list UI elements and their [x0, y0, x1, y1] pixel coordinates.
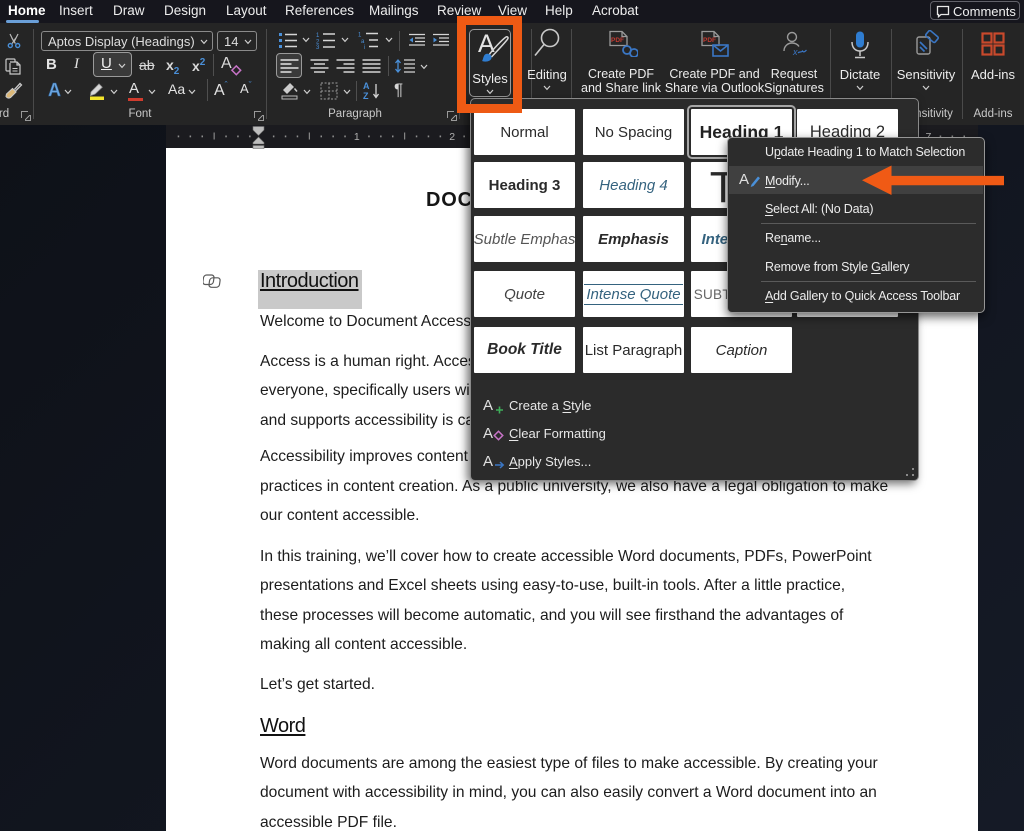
svg-text:A: A: [739, 171, 749, 188]
svg-text:3: 3: [316, 45, 320, 49]
svg-text:A: A: [483, 453, 493, 470]
svg-text:PDF: PDF: [611, 37, 624, 44]
svg-text:1: 1: [358, 33, 362, 39]
svg-text:A: A: [483, 397, 493, 414]
svg-text:PDF: PDF: [703, 37, 716, 44]
svg-text:1: 1: [354, 131, 360, 143]
svg-text:A: A: [483, 425, 493, 442]
svg-text:2: 2: [449, 131, 455, 143]
svg-text:1: 1: [316, 33, 320, 39]
svg-text:i: i: [364, 45, 365, 49]
svg-text:x: x: [792, 47, 798, 57]
svg-text:Z: Z: [363, 91, 369, 101]
svg-text:A: A: [363, 81, 370, 91]
